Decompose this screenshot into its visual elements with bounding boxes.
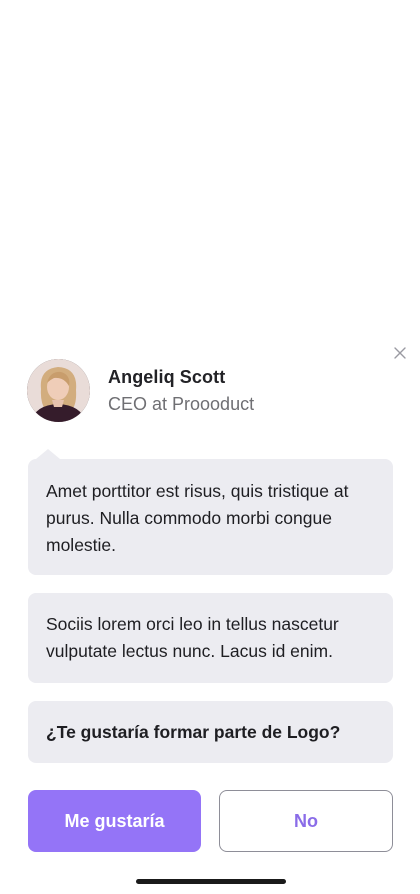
decline-button[interactable]: No	[219, 790, 393, 852]
avatar	[27, 359, 90, 422]
sender-role: CEO at Proooduct	[108, 394, 255, 414]
profile-text: Angeliq Scott CEO at Proooduct	[108, 365, 254, 416]
accept-button[interactable]: Me gustaría	[28, 790, 201, 852]
home-indicator	[136, 879, 286, 884]
close-button[interactable]	[392, 345, 408, 361]
message-bubble: Sociis lorem orci leo in tellus nascetur…	[28, 593, 393, 683]
sender-profile: Angeliq Scott CEO at Proooduct	[27, 359, 254, 422]
chat-prompt-screen: Angeliq Scott CEO at Proooduct Amet port…	[0, 0, 420, 894]
close-icon	[394, 347, 406, 359]
message-bubble: Amet porttitor est risus, quis tristique…	[28, 449, 393, 575]
question-bubble: ¿Te gustaría formar parte de Logo?	[28, 701, 393, 763]
sender-name: Angeliq Scott	[108, 367, 226, 387]
